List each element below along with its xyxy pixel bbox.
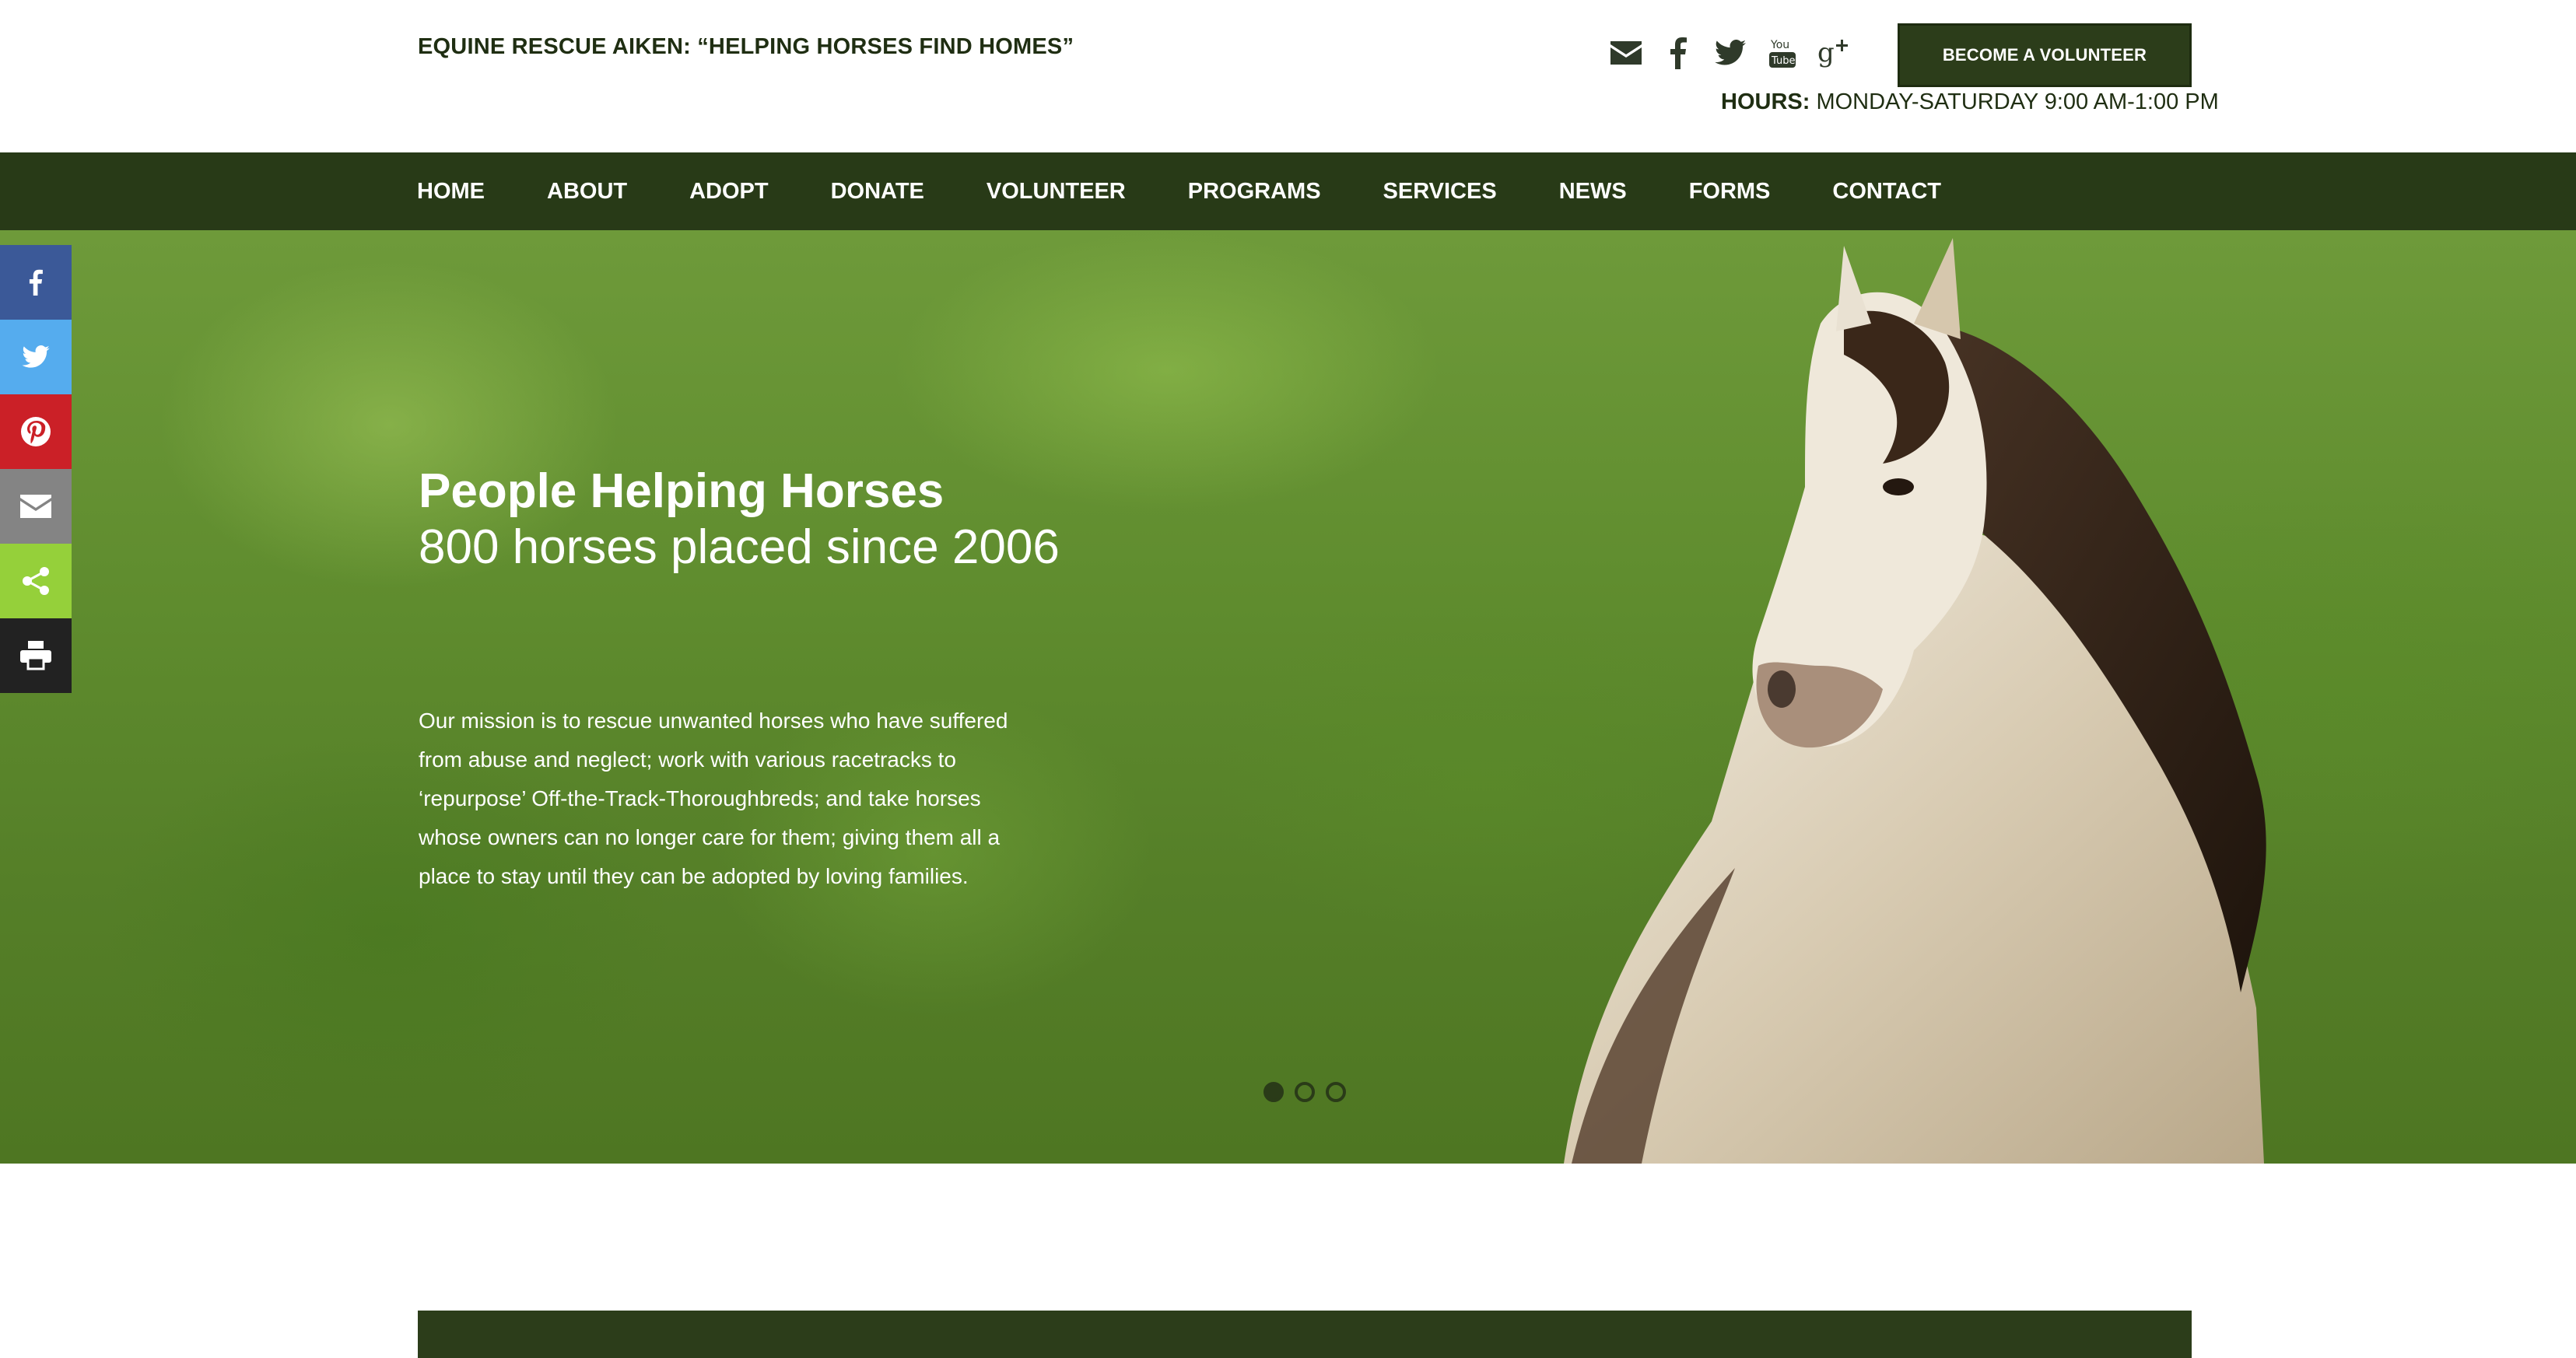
page: EQUINE RESCUE AIKEN: “HELPING HORSES FIN…	[0, 0, 2576, 1358]
svg-text:Tube: Tube	[1771, 55, 1795, 67]
slider-dot[interactable]	[1295, 1082, 1315, 1102]
slider-dot[interactable]	[1263, 1082, 1284, 1102]
share-twitter-button[interactable]	[0, 320, 72, 394]
opening-hours: HOURS: MONDAY-SATURDAY 9:00 AM-1:00 PM	[1721, 89, 2219, 115]
hero-mission-text: Our mission is to rescue unwanted horses…	[419, 709, 1008, 888]
hero-title: People Helping Horses	[419, 464, 945, 518]
share-more-button[interactable]	[0, 544, 72, 618]
nav-item-adopt[interactable]: ADOPT	[689, 179, 769, 205]
site-header: EQUINE RESCUE AIKEN: “HELPING HORSES FIN…	[0, 0, 2576, 152]
facebook-icon[interactable]	[1652, 31, 1704, 75]
share-icon	[23, 567, 49, 595]
nav-item-news[interactable]: NEWS	[1559, 179, 1627, 205]
pinterest-icon	[21, 417, 51, 446]
email-icon[interactable]	[1600, 31, 1652, 75]
main-nav-list: HOME ABOUT ADOPT DONATE VOLUNTEER PROGRA…	[417, 152, 2003, 230]
hours-value: MONDAY-SATURDAY 9:00 AM-1:00 PM	[1816, 89, 2219, 114]
share-email-button[interactable]	[0, 469, 72, 544]
share-bar	[0, 245, 72, 693]
horse-image	[1564, 238, 2266, 1164]
slider-dot[interactable]	[1326, 1082, 1346, 1102]
svg-text:g: g	[1817, 37, 1835, 68]
facebook-icon	[29, 269, 43, 296]
hero-slider: People Helping Horses 800 horses placed …	[0, 230, 2576, 1164]
svg-text:You: You	[1770, 39, 1789, 51]
hero-subtitle: 800 horses placed since 2006	[419, 520, 1060, 574]
nav-item-donate[interactable]: DONATE	[831, 179, 924, 205]
content-section-banner	[418, 1311, 2192, 1358]
main-nav: HOME ABOUT ADOPT DONATE VOLUNTEER PROGRA…	[0, 152, 2576, 230]
nav-item-services[interactable]: SERVICES	[1383, 179, 1497, 205]
email-icon	[20, 495, 51, 518]
become-volunteer-button[interactable]: BECOME A VOLUNTEER	[1898, 23, 2192, 87]
share-pinterest-button[interactable]	[0, 394, 72, 469]
nav-item-home[interactable]: HOME	[417, 179, 485, 205]
hours-label: HOURS:	[1721, 89, 1810, 114]
twitter-icon	[22, 345, 50, 368]
nav-item-contact[interactable]: CONTACT	[1832, 179, 1941, 205]
site-tagline: EQUINE RESCUE AIKEN: “HELPING HORSES FIN…	[418, 34, 1074, 59]
nav-item-volunteer[interactable]: VOLUNTEER	[987, 179, 1126, 205]
google-plus-icon[interactable]: g	[1808, 31, 1860, 75]
nav-item-forms[interactable]: FORMS	[1689, 179, 1771, 205]
slider-pagination	[1263, 1082, 1346, 1102]
share-facebook-button[interactable]	[0, 245, 72, 320]
nav-item-about[interactable]: ABOUT	[547, 179, 627, 205]
nav-item-programs[interactable]: PROGRAMS	[1188, 179, 1321, 205]
share-print-button[interactable]	[0, 618, 72, 693]
print-icon	[20, 641, 51, 670]
youtube-icon[interactable]: You Tube	[1756, 31, 1808, 75]
twitter-icon[interactable]	[1704, 31, 1756, 75]
header-social-icons: You Tube g	[1600, 31, 1860, 75]
